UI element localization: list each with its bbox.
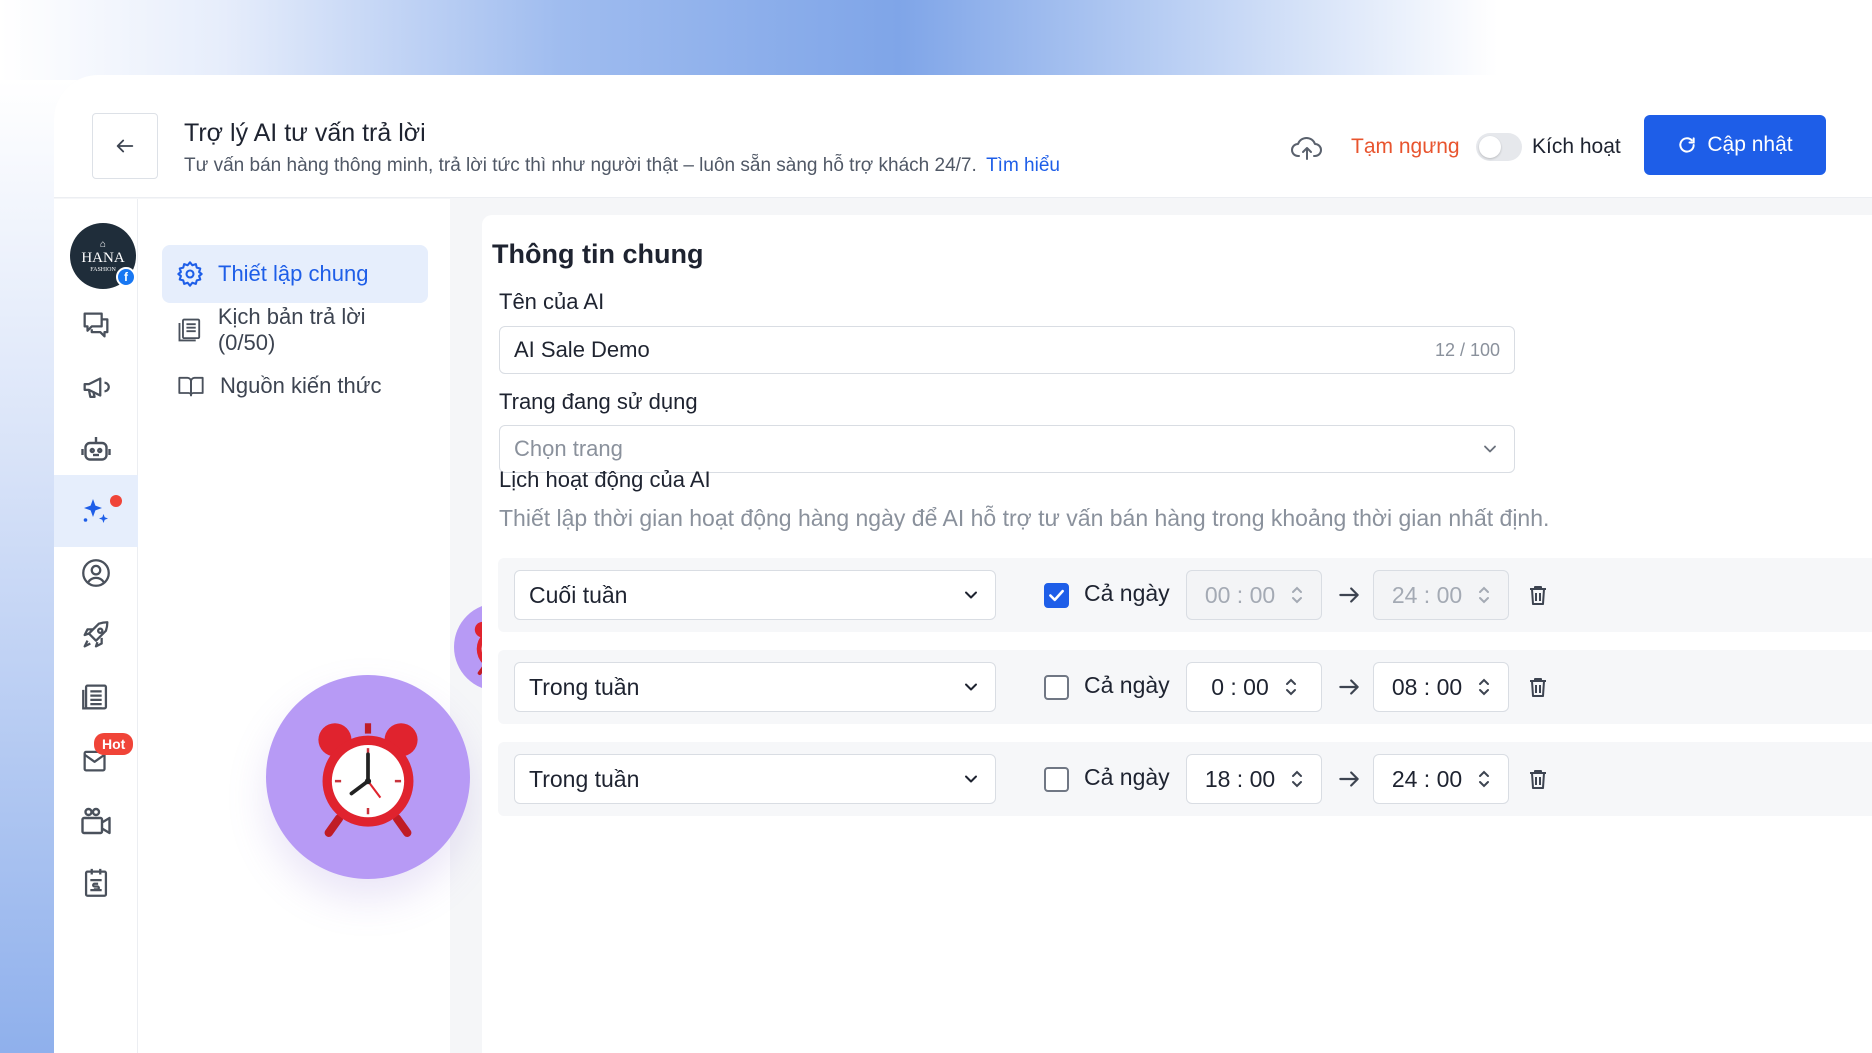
book-icon	[178, 376, 204, 397]
app-window: Trợ lý AI tư vấn trả lời Tư vấn bán hàng…	[54, 75, 1872, 1053]
schedule-label: Lịch hoạt động của AI	[499, 467, 711, 492]
list-doc-icon	[82, 684, 108, 710]
chat-icon	[83, 312, 109, 338]
invoice-icon	[84, 868, 108, 897]
chevron-down-icon	[961, 585, 981, 605]
ai-name-input[interactable]: AI Sale Demo 12 / 100	[499, 326, 1515, 374]
all-day-label: Cả ngày	[1084, 764, 1170, 790]
page-subtitle: Tư vấn bán hàng thông minh, trả lời tức …	[184, 155, 1060, 177]
trash-icon[interactable]	[1526, 674, 1550, 700]
trash-icon[interactable]	[1526, 582, 1550, 608]
all-day-label: Cả ngày	[1084, 672, 1170, 698]
end-time-value: 24 : 00	[1391, 765, 1463, 792]
page-select[interactable]: Chọn trang	[499, 425, 1515, 473]
hot-badge: Hot	[94, 733, 134, 755]
icon-rail: ⌂ HANA FASHION f Hot	[54, 199, 138, 1053]
alarm-clock-large-illustration	[266, 675, 470, 879]
hanger-icon: ⌂	[99, 239, 106, 250]
stepper-icon	[1479, 678, 1490, 696]
end-time-value: 24 : 00	[1391, 581, 1463, 608]
learn-more-link[interactable]: Tìm hiểu	[986, 155, 1060, 176]
subnav-label-knowledge-source: Nguồn kiến thức	[220, 373, 382, 398]
schedule-description: Thiết lập thời gian hoạt động hàng ngày …	[499, 505, 1550, 531]
user-circle-icon	[82, 559, 110, 587]
back-button[interactable]	[92, 113, 158, 179]
alarm-clock-icon	[318, 723, 418, 837]
video-camera-icon	[81, 807, 111, 835]
check-icon	[1049, 589, 1064, 602]
stepper-icon	[1292, 586, 1303, 604]
subnav-item-knowledge-source[interactable]: Nguồn kiến thức	[162, 357, 428, 415]
page-select-placeholder: Chọn trang	[514, 436, 623, 461]
arrow-left-icon	[116, 139, 134, 153]
facebook-icon: f	[116, 267, 136, 287]
subnav-item-reply-scripts[interactable]: Kịch bản trả lời (0/50)	[162, 301, 428, 359]
all-day-checkbox[interactable]	[1044, 583, 1069, 608]
start-time-value: 0 : 00	[1211, 673, 1269, 700]
stepper-icon	[1292, 770, 1303, 788]
period-select[interactable]: Trong tuần	[514, 754, 996, 804]
gear-icon	[177, 261, 203, 287]
avatar-subtext: FASHION	[90, 267, 116, 273]
chevron-down-icon	[961, 769, 981, 789]
period-value: Trong tuần	[529, 673, 640, 700]
all-day-label: Cả ngày	[1084, 580, 1170, 606]
sparkle-icon	[83, 499, 108, 523]
stepper-icon	[1479, 586, 1490, 604]
update-button-label: Cập nhật	[1707, 133, 1793, 156]
schedule-row: Trong tuần Cả ngày 0 : 00 08 : 00	[498, 650, 1872, 724]
rail-item-invoice[interactable]	[54, 847, 138, 919]
refresh-icon	[1679, 137, 1696, 153]
general-info-panel: Thông tin chung Tên của AI AI Sale Demo …	[482, 215, 1872, 1053]
subnav-item-general-settings[interactable]: Thiết lập chung	[162, 245, 428, 303]
rocket-icon	[83, 621, 109, 648]
end-time-input[interactable]: 24 : 00	[1373, 754, 1509, 804]
arrow-right-icon	[1339, 771, 1359, 787]
arrow-right-icon	[1339, 587, 1359, 603]
avatar-text: HANA	[81, 250, 125, 266]
page-header: Trợ lý AI tư vấn trả lời Tư vấn bán hàng…	[54, 75, 1872, 198]
subtitle-text: Tư vấn bán hàng thông minh, trả lời tức …	[184, 155, 977, 176]
stepper-icon	[1285, 678, 1296, 696]
notification-dot	[110, 495, 122, 507]
period-select[interactable]: Cuối tuần	[514, 570, 996, 620]
section-title: Thông tin chung	[492, 239, 704, 269]
megaphone-icon	[83, 377, 110, 399]
end-time-input[interactable]: 24 : 00	[1373, 570, 1509, 620]
all-day-checkbox[interactable]	[1044, 767, 1069, 792]
end-time-input[interactable]: 08 : 00	[1373, 662, 1509, 712]
trash-icon[interactable]	[1526, 766, 1550, 792]
cloud-upload-icon[interactable]	[1290, 133, 1324, 163]
subnav-label-general-settings: Thiết lập chung	[218, 261, 369, 286]
stepper-icon	[1479, 770, 1490, 788]
robot-icon	[81, 437, 111, 461]
subnav-label-reply-scripts: Kịch bản trả lời (0/50)	[217, 304, 366, 355]
script-icon	[178, 318, 201, 342]
start-time-input[interactable]: 18 : 00	[1186, 754, 1322, 804]
schedule-row: Trong tuần Cả ngày 18 : 00 24 : 00	[498, 742, 1872, 816]
page-select-label: Trang đang sử dụng	[499, 389, 698, 414]
end-time-value: 08 : 00	[1391, 673, 1463, 700]
start-time-input[interactable]: 0 : 00	[1186, 662, 1322, 712]
ai-name-label: Tên của AI	[499, 289, 605, 314]
start-time-input[interactable]: 00 : 00	[1186, 570, 1322, 620]
ai-name-value: AI Sale Demo	[514, 337, 650, 362]
activate-label: Kích hoạt	[1532, 135, 1621, 158]
period-select[interactable]: Trong tuần	[514, 662, 996, 712]
all-day-checkbox[interactable]	[1044, 675, 1069, 700]
arrow-right-icon	[1339, 679, 1359, 695]
start-time-value: 18 : 00	[1204, 765, 1276, 792]
secondary-nav: Thiết lập chung Kịch bản trả lời (0/50) …	[138, 199, 542, 1053]
period-value: Trong tuần	[529, 765, 640, 792]
start-time-value: 00 : 00	[1204, 581, 1276, 608]
chevron-down-icon	[961, 677, 981, 697]
update-button[interactable]: Cập nhật	[1644, 115, 1826, 175]
chevron-down-icon	[1480, 439, 1500, 459]
page-title: Trợ lý AI tư vấn trả lời	[184, 119, 426, 147]
pause-label: Tạm ngưng	[1351, 135, 1460, 158]
activation-toggle[interactable]	[1476, 133, 1522, 161]
schedule-row: Cuối tuần Cả ngày 00 : 00 24 : 00	[498, 558, 1872, 632]
ai-name-counter: 12 / 100	[1434, 339, 1500, 360]
period-value: Cuối tuần	[529, 581, 628, 608]
